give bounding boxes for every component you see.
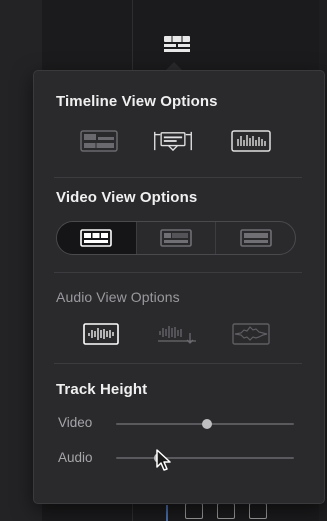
- stacked-timeline-icon: [154, 131, 192, 152]
- section-divider: [54, 177, 302, 178]
- timeline-options-icon: [164, 36, 190, 52]
- view-options-popover: Timeline View Options Video View Options…: [33, 70, 325, 504]
- video-height-label: Video: [58, 415, 93, 430]
- section-divider: [54, 272, 302, 273]
- waveform-outline-icon: [232, 323, 270, 345]
- thumbnail-full-icon: [80, 229, 113, 247]
- video-view-segmented-control: [56, 221, 296, 255]
- mouse-pointer-icon: [155, 448, 173, 477]
- bottom-toolbar: [185, 503, 267, 519]
- waveform-icon: [231, 130, 271, 152]
- code-icon[interactable]: [217, 503, 235, 519]
- audio-height-slider[interactable]: [116, 453, 294, 463]
- video-height-slider-thumb[interactable]: [201, 419, 212, 429]
- frame-icon[interactable]: [249, 503, 267, 519]
- stacked-timeline-button[interactable]: [152, 129, 194, 153]
- filmstrip-view-button[interactable]: [78, 129, 120, 153]
- playhead-marker: [166, 505, 168, 521]
- track-height-title: Track Height: [56, 381, 148, 398]
- thumbnail-none-icon: [239, 229, 272, 247]
- video-height-slider[interactable]: [116, 419, 294, 429]
- audio-height-label: Audio: [58, 450, 93, 465]
- video-thumbnails-full-option[interactable]: [57, 222, 137, 254]
- audio-waveform-full-button[interactable]: [80, 322, 122, 346]
- audio-waveform-down-button[interactable]: [156, 322, 198, 346]
- waveform-full-icon: [83, 323, 119, 345]
- video-view-options-title: Video View Options: [56, 189, 198, 206]
- waveform-down-icon: [158, 326, 196, 344]
- filmstrip-view-icon: [80, 130, 118, 152]
- audio-view-options-title: Audio View Options: [56, 289, 180, 305]
- video-thumbnails-partial-option[interactable]: [137, 222, 217, 254]
- audio-waveform-view-button[interactable]: [230, 129, 272, 153]
- section-divider: [54, 363, 302, 364]
- audio-waveform-outline-button[interactable]: [230, 322, 272, 346]
- thumbnail-partial-icon: [160, 229, 192, 247]
- clip-icon[interactable]: [185, 503, 203, 519]
- timeline-view-options-title: Timeline View Options: [56, 93, 218, 110]
- video-thumbnails-none-option[interactable]: [216, 222, 295, 254]
- timeline-view-options-button[interactable]: [161, 33, 193, 55]
